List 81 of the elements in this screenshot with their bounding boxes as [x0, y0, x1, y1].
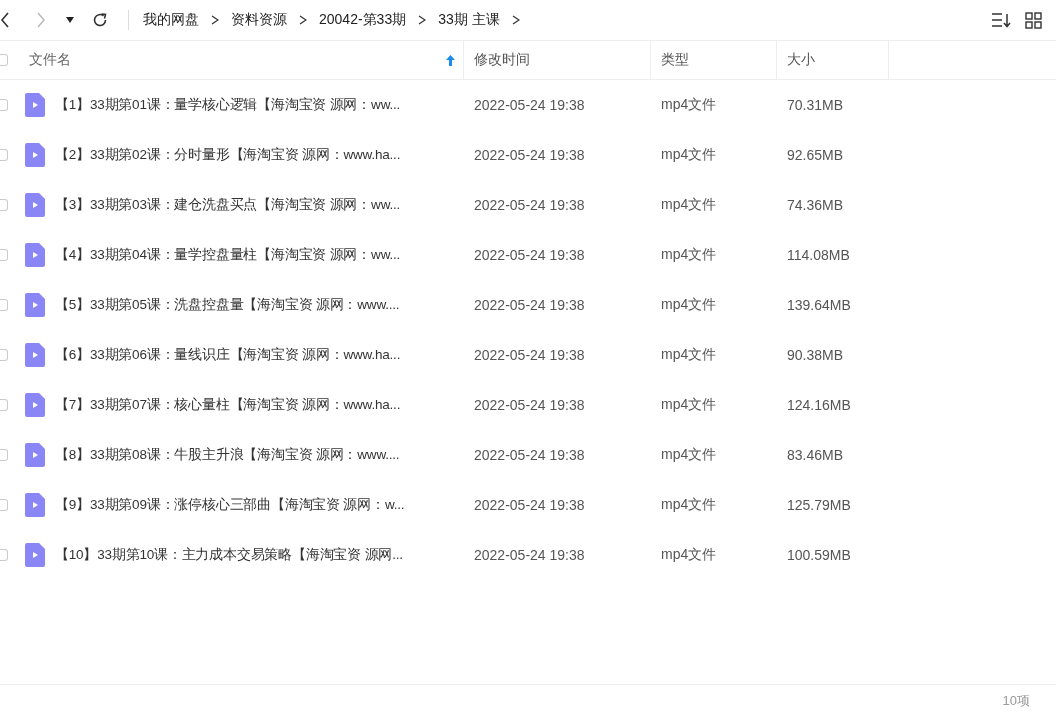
row-checkbox[interactable] — [0, 499, 8, 511]
back-icon[interactable] — [0, 12, 10, 28]
row-checkbox[interactable] — [0, 249, 8, 261]
file-name[interactable]: 【10】33期第10课：主力成本交易策略【海淘宝资 源网... — [55, 546, 403, 564]
file-size: 124.16MB — [787, 397, 851, 413]
column-header[interactable]: 类型 — [651, 41, 777, 79]
row-checkbox[interactable] — [0, 99, 8, 111]
select-all-checkbox[interactable] — [0, 54, 8, 66]
video-file-icon — [25, 143, 45, 167]
breadcrumb-link[interactable]: 我的网盘 — [143, 11, 199, 29]
file-size: 100.59MB — [787, 547, 851, 563]
file-name[interactable]: 【3】33期第03课：建仓洗盘买点【海淘宝资 源网：ww... — [55, 196, 401, 214]
video-file-icon — [25, 293, 45, 317]
video-file-icon — [25, 343, 45, 367]
item-count: 10项 — [1002, 691, 1030, 710]
file-name[interactable]: 【7】33期第07课：核心量柱【海淘宝资 源网：www.ha... — [55, 396, 401, 414]
row-checkbox[interactable] — [0, 199, 8, 211]
file-type: mp4文件 — [661, 246, 717, 264]
file-size: 92.65MB — [787, 147, 844, 163]
modified-time: 2022-05-24 19:38 — [474, 297, 585, 313]
video-file-icon — [25, 493, 45, 517]
file-size: 90.38MB — [787, 347, 844, 363]
dropdown-icon[interactable] — [66, 17, 74, 23]
chevron-icon — [299, 15, 307, 25]
row-checkbox[interactable] — [0, 299, 8, 311]
file-type: mp4文件 — [661, 396, 717, 414]
file-size: 125.79MB — [787, 497, 851, 513]
file-name[interactable]: 【4】33期第04课：量学控盘量柱【海淘宝资 源网：ww... — [55, 246, 401, 264]
video-file-icon — [25, 393, 45, 417]
modified-time: 2022-05-24 19:38 — [474, 147, 585, 163]
row-checkbox[interactable] — [0, 549, 8, 561]
chevron-icon — [211, 15, 219, 25]
video-file-icon — [25, 93, 45, 117]
forward-icon[interactable] — [36, 12, 46, 28]
video-file-icon — [25, 443, 45, 467]
modified-time: 2022-05-24 19:38 — [474, 347, 585, 363]
modified-time: 2022-05-24 19:38 — [474, 547, 585, 563]
grid-view-icon[interactable] — [1025, 11, 1042, 29]
file-type: mp4文件 — [661, 446, 717, 464]
file-name[interactable]: 【2】33期第02课：分时量形【海淘宝资 源网：www.ha... — [55, 146, 401, 164]
chevron-icon — [511, 15, 520, 25]
file-name[interactable]: 【1】33期第01课：量学核心逻辑【海淘宝资 源网：ww... — [55, 96, 401, 114]
chevron-icon — [418, 15, 427, 25]
file-size: 74.36MB — [787, 197, 844, 213]
file-size: 139.64MB — [787, 297, 851, 313]
modified-time: 2022-05-24 19:38 — [474, 497, 585, 513]
modified-time: 2022-05-24 19:38 — [474, 447, 585, 463]
file-name[interactable]: 【8】33期第08课：牛股主升浪【海淘宝资 源网：www.... — [55, 446, 400, 464]
file-size: 83.46MB — [787, 447, 844, 463]
row-checkbox[interactable] — [0, 349, 8, 361]
file-name[interactable]: 【5】33期第05课：洗盘控盘量【海淘宝资 源网：www.... — [55, 296, 400, 314]
file-name[interactable]: 【6】33期第06课：量线识庄【海淘宝资 源网：www.ha... — [55, 346, 401, 364]
modified-time: 2022-05-24 19:38 — [474, 397, 585, 413]
breadcrumb-link[interactable]: 33期 主课 — [438, 11, 500, 29]
file-size: 70.31MB — [787, 97, 844, 113]
row-checkbox[interactable] — [0, 449, 8, 461]
refresh-icon[interactable] — [92, 12, 108, 28]
file-type: mp4文件 — [661, 196, 717, 214]
sort-icon[interactable] — [991, 12, 1011, 28]
file-type: mp4文件 — [661, 296, 717, 314]
breadcrumb-link[interactable]: 20042-第33期 — [319, 11, 407, 29]
column-header[interactable]: 文件名 — [8, 41, 464, 79]
file-type: mp4文件 — [661, 546, 717, 564]
modified-time: 2022-05-24 19:38 — [474, 97, 585, 113]
modified-time: 2022-05-24 19:38 — [474, 247, 585, 263]
video-file-icon — [25, 193, 45, 217]
row-checkbox[interactable] — [0, 399, 8, 411]
video-file-icon — [25, 243, 45, 267]
video-file-icon — [25, 543, 45, 567]
modified-time: 2022-05-24 19:38 — [474, 197, 585, 213]
file-name[interactable]: 【9】33期第09课：涨停核心三部曲【海淘宝资 源网：w... — [55, 496, 405, 514]
file-size: 114.08MB — [787, 247, 850, 263]
file-type: mp4文件 — [661, 146, 717, 164]
row-checkbox[interactable] — [0, 149, 8, 161]
breadcrumb-link[interactable]: 资料资源 — [231, 11, 287, 29]
file-type: mp4文件 — [661, 346, 717, 364]
file-type: mp4文件 — [661, 496, 717, 514]
column-header[interactable]: 修改时间 — [464, 41, 651, 79]
column-header[interactable]: 大小 — [777, 41, 889, 79]
sort-arrow-icon — [446, 54, 455, 66]
file-type: mp4文件 — [661, 96, 717, 114]
